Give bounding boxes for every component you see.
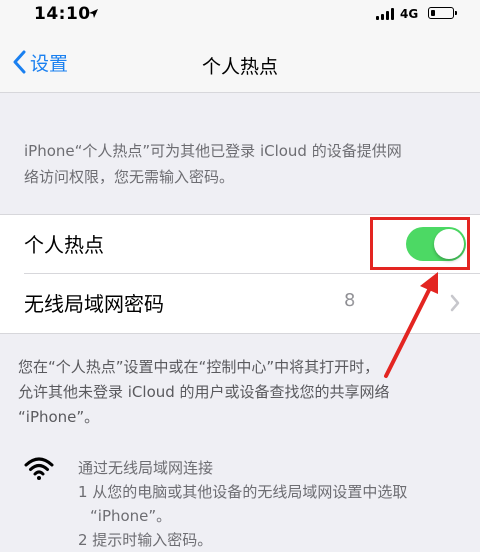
instruction-step-continued: “iPhone”。 xyxy=(90,507,172,525)
hint-line: 允许其他未登录 iCloud 的用户或设备查找您的共享网络 xyxy=(18,383,390,401)
network-type: 4G xyxy=(400,7,419,21)
instruction-step: 1 从您的电脑或其他设备的无线局域网设置中选取 xyxy=(78,483,408,501)
signal-bars-icon xyxy=(376,8,394,20)
hotspot-description: iPhone“个人热点”可为其他已登录 iCloud 的设备提供网 络访问权限，… xyxy=(24,138,464,190)
description-line: iPhone“个人热点”可为其他已登录 iCloud 的设备提供网 xyxy=(24,142,402,160)
hint-line: “iPhone”。 xyxy=(18,408,100,426)
location-arrow-icon xyxy=(89,9,98,18)
wifi-password-value: 8 xyxy=(344,290,356,311)
battery-icon xyxy=(428,7,457,19)
instruction-step: 2 提示时输入密码。 xyxy=(78,531,213,549)
wifi-password-label: 无线局域网密码 xyxy=(24,292,164,316)
hotspot-label: 个人热点 xyxy=(24,233,104,257)
description-line: 络访问权限，您无需输入密码。 xyxy=(24,168,235,186)
instructions-title: 通过无线局域网连接 xyxy=(78,459,214,477)
wifi-connect-instructions: 通过无线局域网连接 1 从您的电脑或其他设备的无线局域网设置中选取 “iPhon… xyxy=(78,456,474,552)
annotation-arrow-icon xyxy=(384,272,438,378)
navigation-bar: 设置 个人热点 xyxy=(0,30,480,93)
annotation-highlight-box xyxy=(370,217,470,270)
wifi-icon xyxy=(24,457,54,480)
status-bar: 14:10 4G xyxy=(0,0,480,30)
chevron-right-icon xyxy=(450,294,460,312)
status-time: 14:10 xyxy=(34,4,91,24)
page-title: 个人热点 xyxy=(201,56,278,78)
